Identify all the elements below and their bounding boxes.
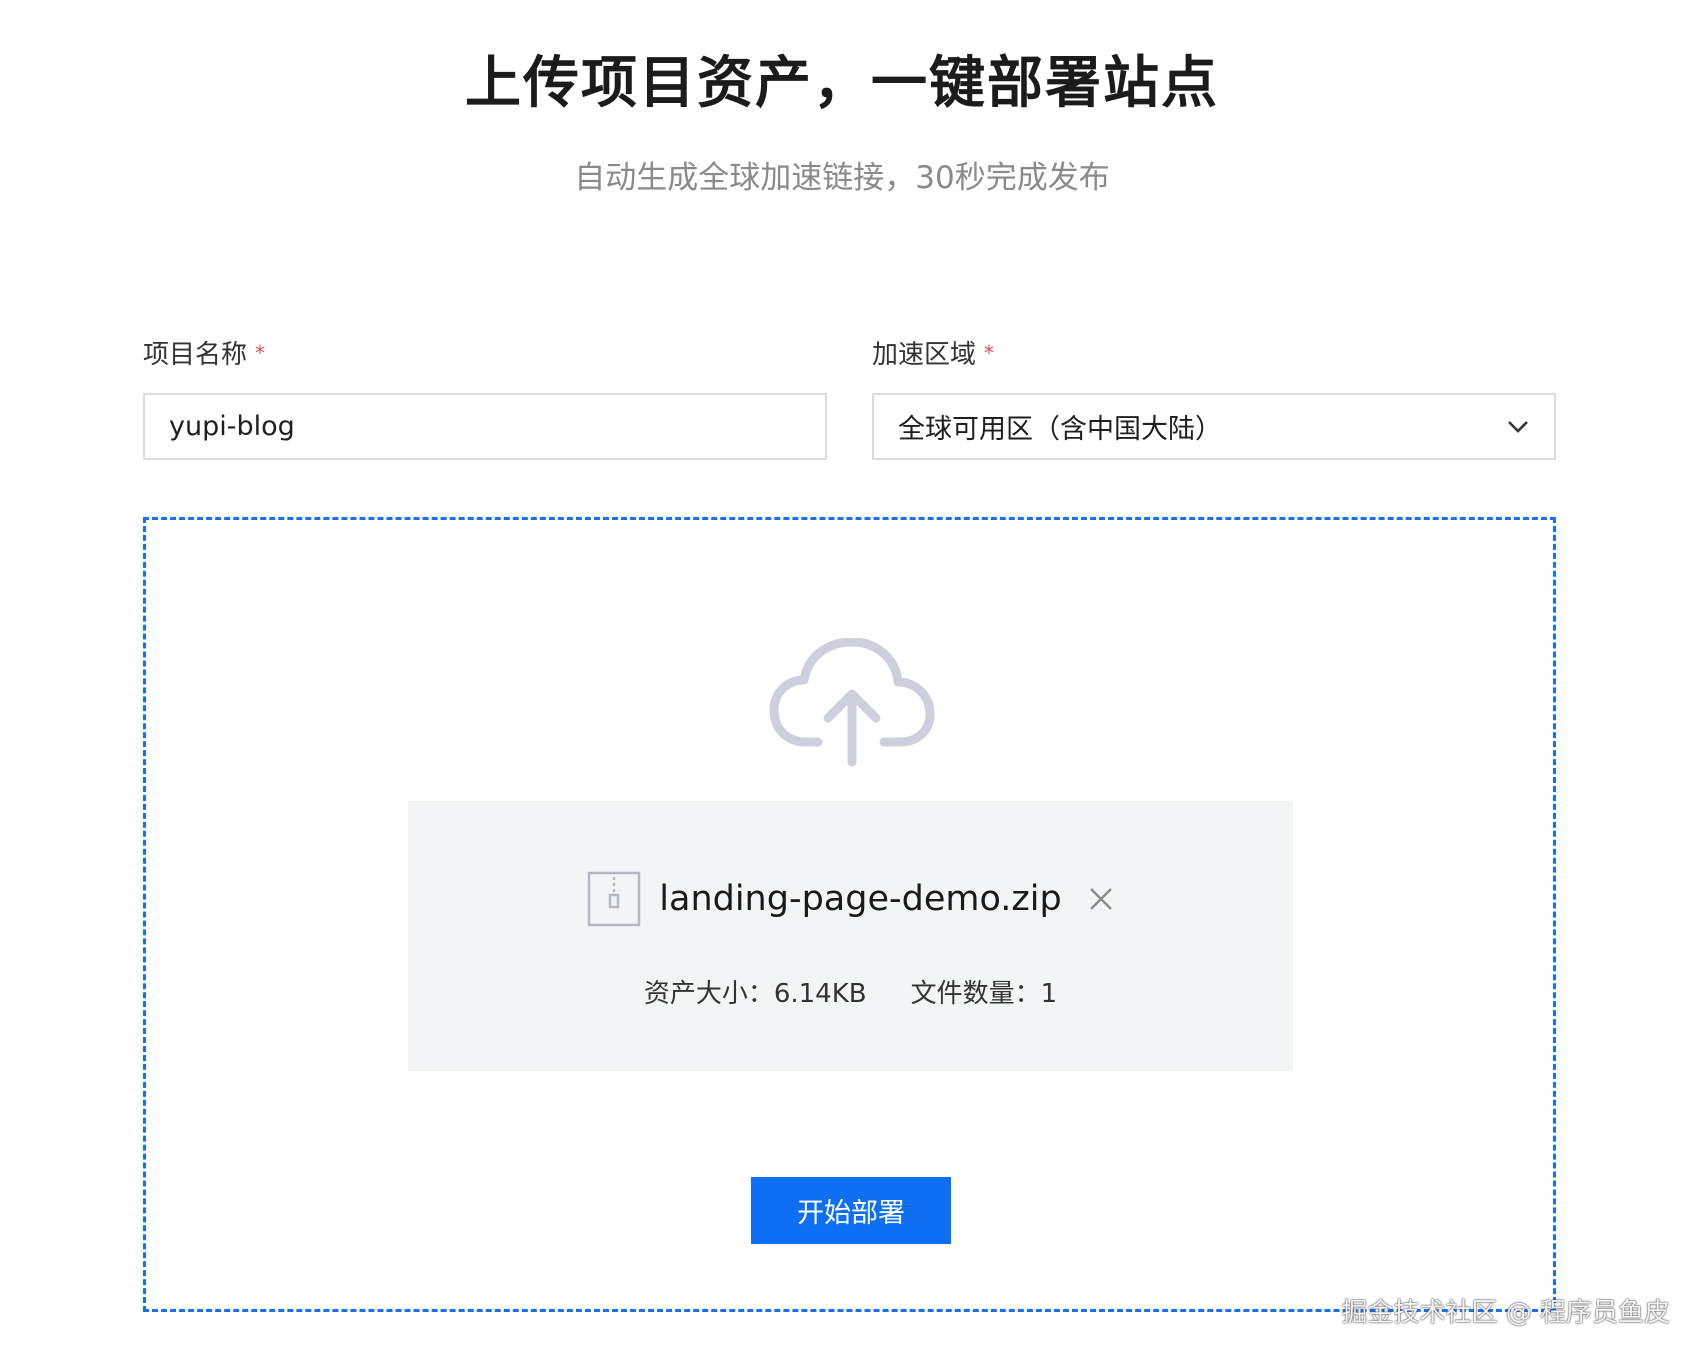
close-icon[interactable] xyxy=(1088,886,1114,912)
asset-size: 资产大小：6.14KB xyxy=(643,979,867,1009)
file-meta: 资产大小：6.14KB 文件数量：1 xyxy=(408,973,1293,1010)
file-count: 文件数量：1 xyxy=(910,979,1058,1009)
zip-file-icon xyxy=(588,871,641,927)
deploy-page: 上传项目资产，一键部署站点 自动生成全球加速链接，30秒完成发布 项目名称 * y… xyxy=(0,0,1684,1350)
required-mark: * xyxy=(984,341,995,365)
project-name-value: yupi-blog xyxy=(169,411,295,442)
deploy-button[interactable]: 开始部署 xyxy=(751,1177,951,1244)
region-label-text: 加速区域 xyxy=(872,340,977,370)
cloud-upload-icon xyxy=(769,638,935,767)
project-name-label: 项目名称 * xyxy=(143,334,265,371)
uploaded-file-card: landing-page-demo.zip 资产大小：6.14KB 文件数量：1 xyxy=(408,801,1293,1071)
file-name: landing-page-demo.zip xyxy=(659,879,1062,919)
watermark: 掘金技术社区 @ 程序员鱼皮 xyxy=(1341,1298,1670,1328)
page-title: 上传项目资产，一键部署站点 xyxy=(465,51,1219,116)
required-mark: * xyxy=(255,341,266,365)
region-selected-value: 全球可用区（含中国大陆） xyxy=(898,414,1222,445)
region-select[interactable]: 全球可用区（含中国大陆） xyxy=(872,393,1556,460)
upload-dropzone[interactable]: landing-page-demo.zip 资产大小：6.14KB 文件数量：1… xyxy=(143,517,1556,1312)
file-row: landing-page-demo.zip xyxy=(408,871,1293,927)
page-subtitle: 自动生成全球加速链接，30秒完成发布 xyxy=(574,160,1110,196)
project-name-label-text: 项目名称 xyxy=(143,340,248,370)
chevron-down-icon[interactable] xyxy=(1506,415,1530,439)
region-label: 加速区域 * xyxy=(872,334,994,371)
project-name-input[interactable]: yupi-blog xyxy=(143,393,827,460)
